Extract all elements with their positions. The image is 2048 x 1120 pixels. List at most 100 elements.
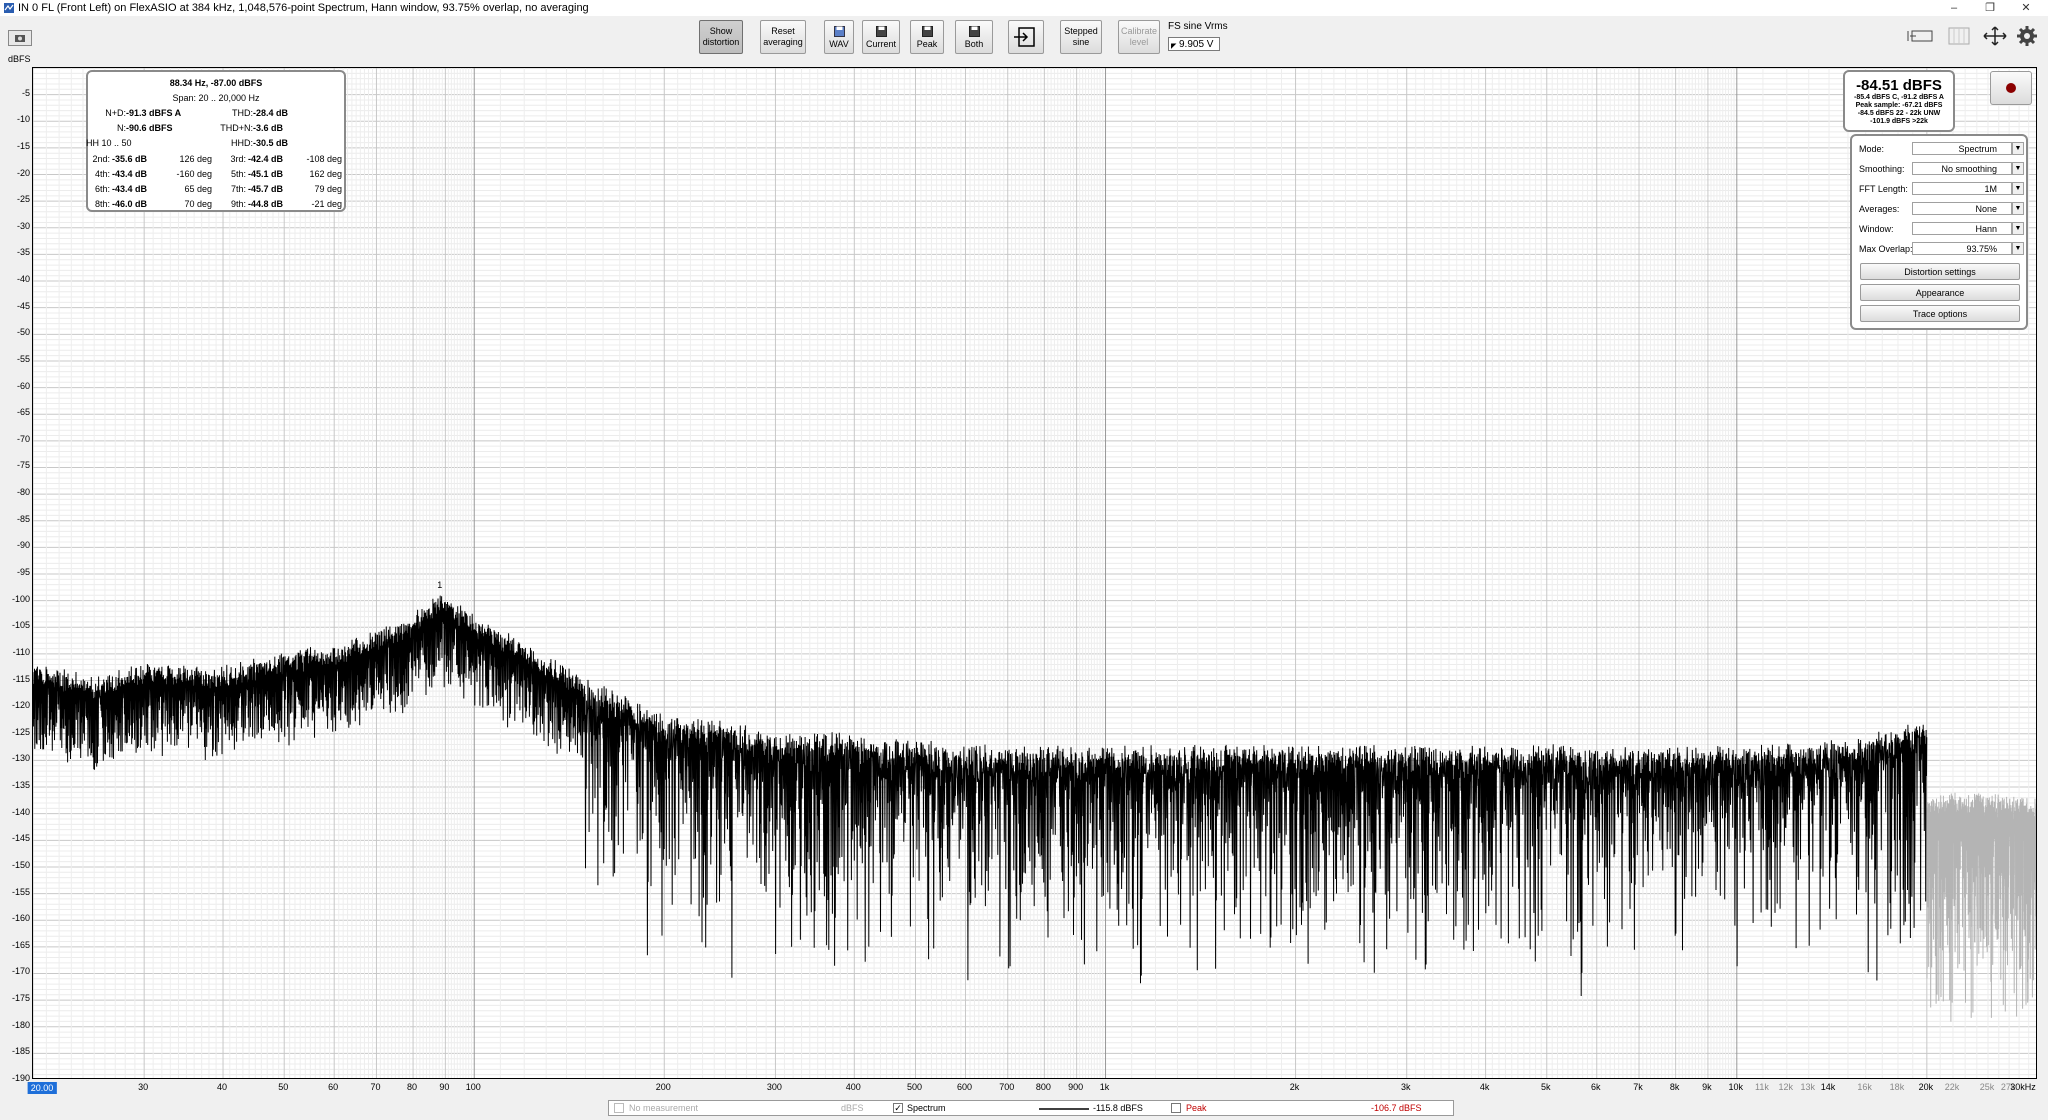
close-button[interactable]: ✕	[2006, 0, 2046, 16]
x-tick-label: 100	[465, 1082, 481, 1092]
y-tick-label: -165	[11, 939, 30, 950]
distortion-settings-button[interactable]: Distortion settings	[1860, 263, 2020, 280]
chevron-down-icon[interactable]: ▼	[2012, 162, 2024, 175]
harmonic-label: 6th:	[94, 184, 110, 194]
minimize-button[interactable]: –	[1934, 0, 1974, 16]
camera-icon	[15, 35, 25, 42]
control-select[interactable]: 1M	[1912, 182, 2012, 195]
harmonic-level: -46.0 dB	[112, 199, 148, 209]
stepped-sine-button[interactable]: Stepped sine	[1060, 20, 1102, 54]
control-label: FFT Length:	[1859, 184, 1908, 194]
calibrate-level-button[interactable]: Calibrate level	[1118, 20, 1160, 54]
legend-bar: No measurement dBFS ✓ Spectrum -115.8 dB…	[608, 1100, 1454, 1116]
calibrate-level-label-1: Calibrate	[1120, 26, 1158, 36]
distortion-row-label: N+D:	[105, 108, 126, 118]
spectrum-plot[interactable]: 1	[32, 67, 2037, 1079]
harmonic-label: 7th:	[230, 184, 246, 194]
x-tick-label: 30kHz	[2010, 1082, 2036, 1092]
control-select[interactable]: Hann	[1912, 222, 2012, 235]
spectrum-line-swatch	[1039, 1108, 1089, 1110]
spectrum-checkbox[interactable]: ✓	[893, 1103, 903, 1113]
y-tick-label: -135	[11, 780, 30, 791]
distortion-row-label: HH 10 .. 50	[86, 138, 132, 148]
y-tick-label: -60	[16, 380, 30, 391]
control-label: Window:	[1859, 224, 1894, 234]
harmonic-level: -43.4 dB	[112, 184, 148, 194]
control-select[interactable]: 93.75%	[1912, 242, 2012, 255]
control-select[interactable]: No smoothing	[1912, 162, 2012, 175]
harmonic-label: 2nd:	[92, 154, 110, 164]
distortion-row-value: -30.5 dB	[253, 138, 289, 148]
y-tick-label: -130	[11, 753, 30, 764]
control-label: Mode:	[1859, 144, 1885, 154]
chevron-down-icon[interactable]: ▼	[2012, 182, 2024, 195]
save-current-button[interactable]: Current	[862, 20, 900, 54]
y-tick-label: -155	[11, 886, 30, 897]
show-distortion-button[interactable]: Show distortion	[699, 20, 743, 54]
save-peak-button[interactable]: Peak	[910, 20, 944, 54]
restore-button[interactable]: ❐	[1970, 0, 2010, 16]
export-button[interactable]	[1008, 20, 1044, 54]
control-row: Smoothing: No smoothing ▼	[1859, 162, 2025, 176]
zoom-horizontal-icon[interactable]	[1906, 25, 1936, 47]
control-select[interactable]: Spectrum	[1912, 142, 2012, 155]
control-row: FFT Length: 1M ▼	[1859, 182, 2025, 196]
chevron-down-icon[interactable]: ▼	[2012, 142, 2024, 155]
control-label: Max Overlap:	[1859, 244, 1913, 254]
chevron-down-icon[interactable]: ▼	[2012, 202, 2024, 215]
trace-options-button[interactable]: Trace options	[1860, 305, 2020, 322]
reset-averaging-button[interactable]: Reset averaging	[760, 20, 806, 54]
y-tick-label: -45	[16, 300, 30, 311]
y-tick-label: -110	[12, 646, 30, 657]
x-tick-label: 4k	[1479, 1082, 1490, 1092]
harmonic-phase: 162 deg	[309, 169, 342, 179]
x-tick-label: 700	[999, 1082, 1015, 1092]
control-row: Mode: Spectrum ▼	[1859, 142, 2025, 156]
y-tick-label: -175	[11, 993, 30, 1004]
y-tick-label: -75	[16, 460, 30, 471]
y-tick-label: -65	[16, 407, 30, 418]
y-tick-label: -10	[16, 114, 30, 125]
y-tick-label: -55	[16, 353, 30, 364]
corner-arrow-icon: ◤	[1171, 43, 1177, 50]
fs-sine-input[interactable]: ◤ 9.905 V	[1168, 37, 1220, 51]
gear-icon[interactable]	[2016, 25, 2038, 47]
x-tick-label[interactable]: 20.00	[27, 1082, 57, 1094]
y-tick-label: -190	[11, 1073, 30, 1083]
y-tick-label: -105	[11, 620, 30, 631]
no-measurement-checkbox[interactable]	[614, 1103, 624, 1113]
appearance-button[interactable]: Appearance	[1860, 284, 2020, 301]
control-select[interactable]: None	[1912, 202, 2012, 215]
y-tick-label: -80	[16, 487, 30, 498]
y-tick-label: -170	[11, 966, 30, 977]
chevron-down-icon[interactable]: ▼	[2012, 222, 2024, 235]
reset-averaging-label-2: averaging	[763, 37, 803, 47]
distortion-span: Span: 20 .. 20,000 Hz	[172, 93, 260, 103]
peak-checkbox[interactable]	[1171, 1103, 1181, 1113]
x-tick-label: 60	[328, 1082, 339, 1092]
camera-button[interactable]	[8, 30, 32, 46]
peak-marker-label: 1	[437, 580, 442, 590]
x-tick-label: 22k	[1944, 1082, 1960, 1092]
no-measurement-label: No measurement	[629, 1103, 699, 1113]
harmonic-label: 8th:	[94, 199, 110, 209]
save-both-button[interactable]: Both	[955, 20, 993, 54]
spectrum-label: Spectrum	[907, 1103, 946, 1113]
y-tick-label: -5	[21, 87, 30, 98]
control-panel: Mode: Spectrum ▼ Smoothing: No smoothing ▼ FFT…	[1850, 134, 2028, 330]
control-row: Window: Hann ▼	[1859, 222, 2025, 236]
x-tick-label: 11k	[1755, 1082, 1769, 1092]
zoom-vertical-icon[interactable]	[1944, 25, 1974, 47]
fit-all-icon[interactable]	[1980, 25, 2010, 47]
y-tick-label: -40	[16, 274, 30, 285]
y-tick-label: -50	[16, 327, 30, 338]
y-tick-label: -100	[11, 593, 30, 604]
x-tick-label: 18k	[1889, 1082, 1905, 1092]
record-button[interactable]	[1990, 71, 2032, 105]
wav-button[interactable]: WAV	[824, 20, 854, 54]
x-tick-label: 80	[407, 1082, 418, 1092]
chevron-down-icon[interactable]: ▼	[2012, 242, 2024, 255]
show-distortion-label-2: distortion	[702, 37, 740, 47]
control-row: Averages: None ▼	[1859, 202, 2025, 216]
level-detail-3: -84.5 dBFS 22 - 22k UNW	[1857, 110, 1941, 117]
